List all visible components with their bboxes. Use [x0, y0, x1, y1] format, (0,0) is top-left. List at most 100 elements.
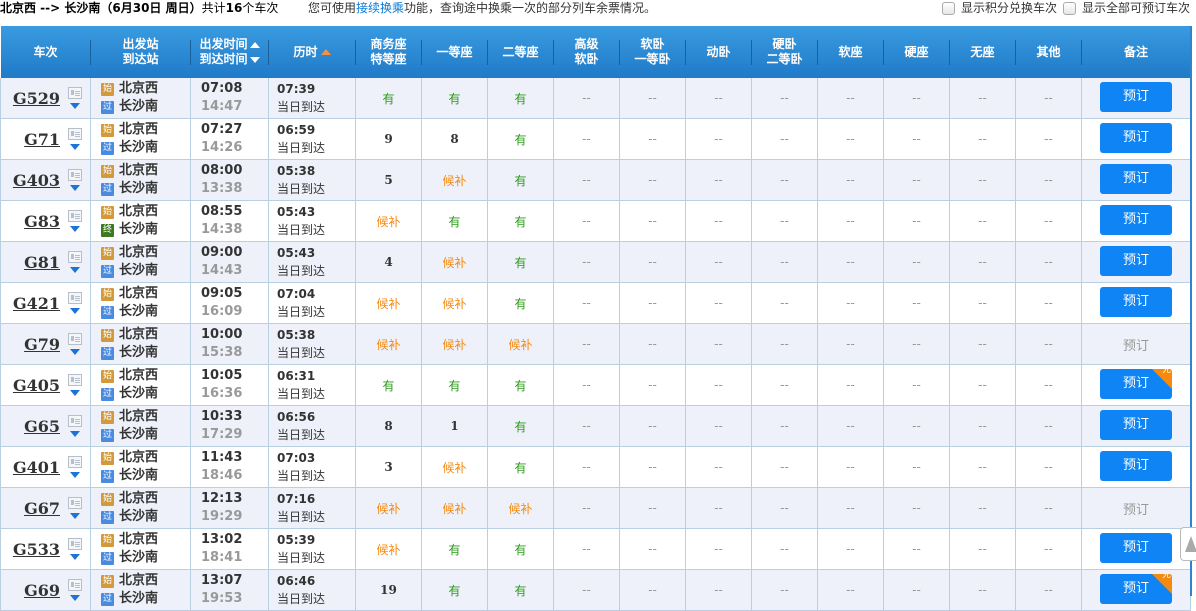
- seat-second[interactable]: 有: [487, 282, 554, 324]
- train-info-card-icon[interactable]: [68, 210, 82, 222]
- train-number-link[interactable]: G65: [24, 417, 60, 436]
- seat-first[interactable]: 有: [421, 569, 488, 611]
- seat-second[interactable]: 有: [487, 118, 554, 160]
- train-number-link[interactable]: G403: [13, 171, 60, 190]
- train-info-card-icon[interactable]: [68, 169, 82, 181]
- show-points-trains-option[interactable]: 显示积分兑换车次: [941, 0, 1057, 17]
- seat-biz[interactable]: 4: [355, 241, 422, 283]
- expand-stops-icon[interactable]: [70, 554, 80, 560]
- seat-biz[interactable]: 9: [355, 118, 422, 160]
- seat-second[interactable]: 有: [487, 78, 554, 119]
- expand-stops-icon[interactable]: [70, 390, 80, 396]
- expand-stops-icon[interactable]: [70, 185, 80, 191]
- show-all-bookable-checkbox[interactable]: [1062, 2, 1076, 15]
- train-info-card-icon[interactable]: [68, 292, 82, 304]
- seat-biz[interactable]: 候补: [355, 528, 422, 570]
- expand-stops-icon[interactable]: [70, 103, 80, 109]
- back-to-top-button[interactable]: [1180, 527, 1196, 561]
- col-duration[interactable]: 历时: [268, 26, 356, 78]
- seat-second[interactable]: 有: [487, 159, 554, 201]
- seat-biz[interactable]: 19: [355, 569, 422, 611]
- expand-stops-icon[interactable]: [70, 513, 80, 519]
- seat-first[interactable]: 有: [421, 200, 488, 242]
- book-button[interactable]: 预订: [1100, 245, 1172, 276]
- seat-second[interactable]: 有: [487, 241, 554, 283]
- seat-biz[interactable]: 候补: [355, 487, 422, 529]
- seat-second[interactable]: 候补: [487, 487, 554, 529]
- train-info-card-icon[interactable]: [68, 415, 82, 427]
- train-number-link[interactable]: G81: [24, 253, 60, 272]
- seat-first[interactable]: 8: [421, 118, 488, 160]
- train-info-card-icon[interactable]: [68, 374, 82, 386]
- show-points-trains-checkbox[interactable]: [941, 2, 955, 15]
- book-button[interactable]: 预订兑: [1100, 368, 1172, 399]
- train-info-card-icon[interactable]: [68, 497, 82, 509]
- train-info-card-icon[interactable]: [68, 456, 82, 468]
- seat-second[interactable]: 有: [487, 364, 554, 406]
- expand-stops-icon[interactable]: [70, 431, 80, 437]
- seat-first[interactable]: 1: [421, 405, 488, 447]
- book-button[interactable]: 预订: [1100, 450, 1172, 481]
- expand-stops-icon[interactable]: [70, 349, 80, 355]
- seat-first[interactable]: 候补: [421, 241, 488, 283]
- book-button[interactable]: 预订兑: [1100, 573, 1172, 604]
- seat-emu-sleeper: --: [685, 487, 752, 529]
- seat-second[interactable]: 有: [487, 200, 554, 242]
- train-info-card-icon[interactable]: [68, 333, 82, 345]
- seat-biz[interactable]: 候补: [355, 282, 422, 324]
- train-number-link[interactable]: G83: [24, 212, 60, 231]
- seat-second[interactable]: 有: [487, 569, 554, 611]
- seat-first[interactable]: 候补: [421, 487, 488, 529]
- train-number-link[interactable]: G405: [13, 376, 60, 395]
- train-number-link[interactable]: G79: [24, 335, 60, 354]
- train-number-link[interactable]: G401: [13, 458, 60, 477]
- book-button[interactable]: 预订: [1100, 204, 1172, 235]
- seat-first[interactable]: 候补: [421, 323, 488, 365]
- expand-stops-icon[interactable]: [70, 226, 80, 232]
- seat-second[interactable]: 有: [487, 528, 554, 570]
- seat-biz[interactable]: 有: [355, 78, 422, 119]
- book-button[interactable]: 预订: [1100, 122, 1172, 153]
- book-button[interactable]: 预订: [1100, 532, 1172, 563]
- book-button[interactable]: 预订: [1100, 81, 1172, 112]
- seat-first[interactable]: 有: [421, 364, 488, 406]
- train-number-link[interactable]: G529: [13, 89, 60, 108]
- book-button[interactable]: 预订: [1100, 409, 1172, 440]
- train-info-card-icon[interactable]: [68, 538, 82, 550]
- seat-first[interactable]: 候补: [421, 282, 488, 324]
- transfer-link[interactable]: 接续换乘: [356, 1, 404, 15]
- sort-arr-desc-icon[interactable]: [249, 56, 260, 63]
- expand-stops-icon[interactable]: [70, 144, 80, 150]
- train-number-link[interactable]: G421: [13, 294, 60, 313]
- seat-biz[interactable]: 5: [355, 159, 422, 201]
- expand-stops-icon[interactable]: [70, 267, 80, 273]
- train-info-card-icon[interactable]: [68, 579, 82, 591]
- sort-duration-asc-icon[interactable]: [320, 49, 331, 55]
- seat-first[interactable]: 有: [421, 528, 488, 570]
- train-number-link[interactable]: G67: [24, 499, 60, 518]
- seat-first[interactable]: 候补: [421, 446, 488, 488]
- show-all-bookable-option[interactable]: 显示全部可预订车次: [1062, 0, 1190, 17]
- train-info-card-icon[interactable]: [68, 251, 82, 263]
- expand-stops-icon[interactable]: [70, 472, 80, 478]
- seat-biz[interactable]: 候补: [355, 200, 422, 242]
- seat-first[interactable]: 候补: [421, 159, 488, 201]
- expand-stops-icon[interactable]: [70, 308, 80, 314]
- sort-dep-asc-icon[interactable]: [249, 41, 260, 48]
- seat-biz[interactable]: 3: [355, 446, 422, 488]
- seat-first[interactable]: 有: [421, 78, 488, 119]
- book-button[interactable]: 预订: [1100, 163, 1172, 194]
- train-info-card-icon[interactable]: [68, 87, 82, 99]
- seat-biz[interactable]: 8: [355, 405, 422, 447]
- seat-second[interactable]: 候补: [487, 323, 554, 365]
- train-number-link[interactable]: G533: [13, 540, 60, 559]
- seat-second[interactable]: 有: [487, 405, 554, 447]
- train-number-link[interactable]: G69: [24, 581, 60, 600]
- seat-biz[interactable]: 候补: [355, 323, 422, 365]
- col-times[interactable]: 出发时间 到达时间: [190, 26, 269, 78]
- seat-second[interactable]: 有: [487, 446, 554, 488]
- train-info-card-icon[interactable]: [68, 128, 82, 140]
- book-button[interactable]: 预订: [1100, 286, 1172, 317]
- seat-biz[interactable]: 有: [355, 364, 422, 406]
- train-number-link[interactable]: G71: [24, 130, 60, 149]
